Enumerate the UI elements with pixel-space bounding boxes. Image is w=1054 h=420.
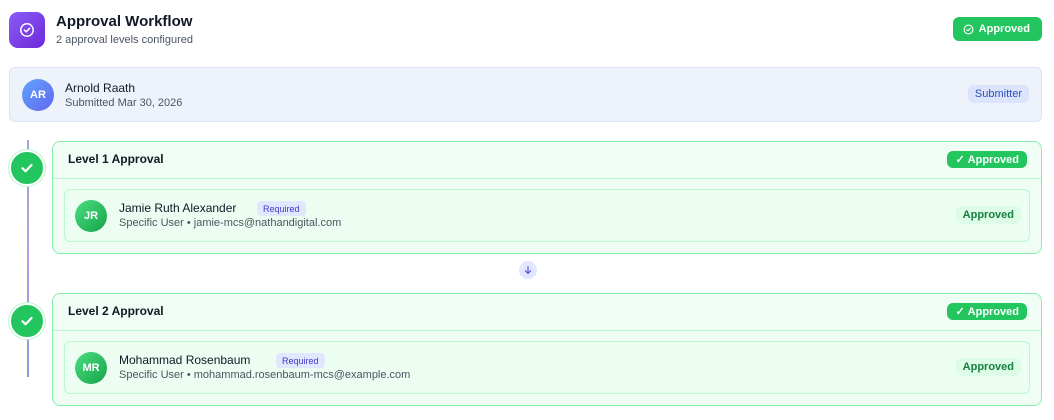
level-card-2: Level 2 Approval ✓ Approved MR Mohammad … (52, 293, 1042, 406)
avatar: MR (75, 352, 107, 384)
avatar: AR (22, 79, 54, 111)
submitter-card: AR Arnold Raath Submitted Mar 30, 2026 S… (9, 67, 1042, 122)
level-status-badge: ✓ Approved (947, 151, 1027, 168)
level-status-label: Approved (967, 153, 1019, 166)
workflow-header: Approval Workflow 2 approval levels conf… (9, 11, 1042, 49)
check-icon: ✓ (955, 306, 965, 318)
submitter-name: Arnold Raath (65, 81, 136, 95)
approver-row: MR Mohammad Rosenbaum Required Specific … (64, 341, 1030, 394)
approver-status-badge: Approved (955, 358, 1021, 376)
check-circle-icon (963, 24, 974, 34)
check-circle-icon (9, 12, 45, 48)
approver-status-badge: Approved (955, 206, 1021, 224)
step-complete-icon (9, 303, 45, 339)
level-status-badge: ✓ Approved (947, 303, 1027, 320)
level-header: Level 2 Approval ✓ Approved (53, 294, 1041, 331)
level-title: Level 2 Approval (68, 304, 164, 318)
check-icon: ✓ (955, 154, 965, 166)
step-complete-icon (9, 150, 45, 186)
required-badge: Required (276, 353, 325, 368)
level-title: Level 1 Approval (68, 152, 164, 166)
level-status-label: Approved (967, 305, 1019, 318)
approver-meta: Specific User • mohammad.rosenbaum-mcs@e… (119, 369, 411, 381)
level-header: Level 1 Approval ✓ Approved (53, 142, 1041, 179)
approver-row: JR Jamie Ruth Alexander Required Specifi… (64, 189, 1030, 242)
page-title: Approval Workflow (56, 13, 193, 30)
approver-name: Mohammad Rosenbaum (119, 353, 251, 367)
level-card-1: Level 1 Approval ✓ Approved JR Jamie Rut… (52, 141, 1042, 254)
submitter-role-badge: Submitter (967, 85, 1029, 103)
avatar: JR (75, 200, 107, 232)
workflow-status-label: Approved (978, 23, 1030, 35)
workflow-status-badge: Approved (952, 17, 1042, 41)
submitted-date: Submitted Mar 30, 2026 (65, 97, 183, 109)
required-badge: Required (257, 201, 306, 216)
approver-meta: Specific User • jamie-mcs@nathandigital.… (119, 217, 342, 229)
arrow-down-icon (519, 261, 537, 279)
page-subtitle: 2 approval levels configured (56, 34, 193, 46)
approver-name: Jamie Ruth Alexander (119, 201, 237, 215)
